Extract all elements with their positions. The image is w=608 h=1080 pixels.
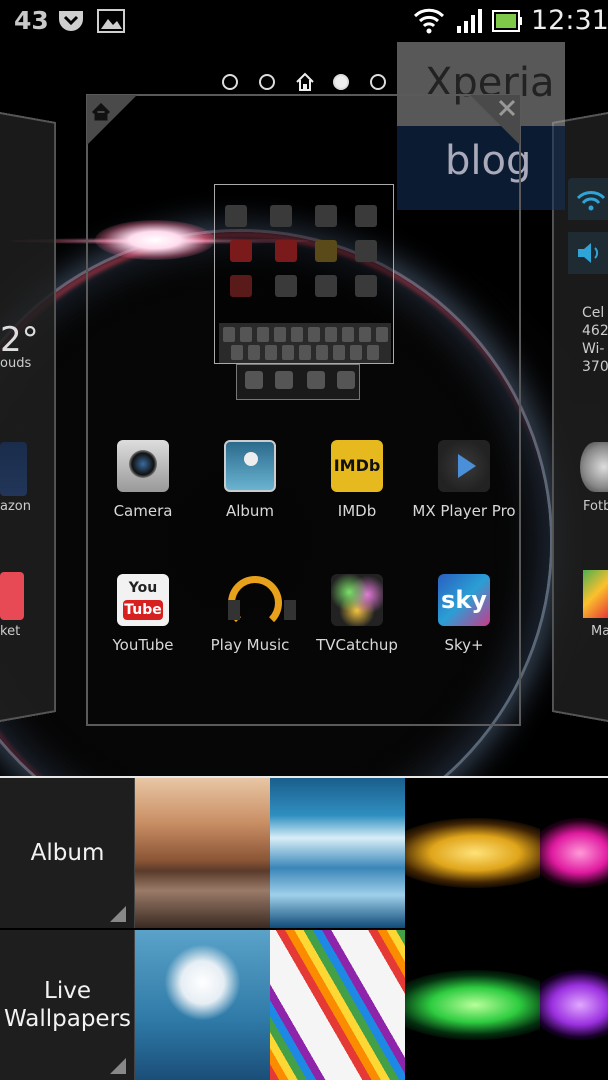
tvcatchup-icon <box>331 574 383 626</box>
page-dot[interactable] <box>222 74 238 90</box>
preview-app-icon <box>355 275 377 297</box>
widget-preview[interactable] <box>214 184 394 364</box>
preview-app-icon <box>315 275 337 297</box>
wifi-toggle-icon[interactable] <box>568 178 608 220</box>
wallpaper-thumb-dandelion[interactable] <box>135 930 270 1080</box>
page-indicator <box>220 72 390 94</box>
right-app-label-1: Fotb <box>583 499 608 514</box>
app-label: Sky+ <box>444 636 484 654</box>
preview-app-icon <box>225 205 247 227</box>
category-label: Album <box>30 840 105 866</box>
preview-keyboard <box>219 323 391 363</box>
preview-app-icon <box>230 240 252 262</box>
cell-info-line: 370 <box>582 359 608 375</box>
headphones-icon <box>224 574 296 630</box>
app-sky-plus[interactable]: sky Sky+ <box>409 574 519 654</box>
cell-info-line: Wi- <box>582 341 605 357</box>
youtube-icon-text-top: You <box>128 580 158 596</box>
wallpaper-thumb-xperia-pink[interactable] <box>540 778 608 928</box>
youtube-icon-text-bottom: Tube <box>123 600 163 620</box>
preview-app-icon <box>270 205 292 227</box>
wallpaper-thumb-autumn-lake[interactable] <box>135 778 270 928</box>
status-bar: 43 12:31 <box>0 0 608 42</box>
expand-corner-icon <box>110 906 126 922</box>
app-label: MX Player Pro <box>412 502 516 520</box>
preview-app-icon <box>355 240 377 262</box>
widget-preview-dock <box>236 364 360 400</box>
gallery-icon <box>97 9 125 33</box>
cell-info-line: Cel <box>582 305 605 321</box>
signal-icon <box>457 9 482 33</box>
category-label-line1: Live <box>44 978 91 1004</box>
weather-condition: ouds <box>0 356 32 371</box>
wifi-icon <box>413 8 445 34</box>
app-album[interactable]: Album <box>195 440 305 520</box>
right-app-label-2: Ma <box>591 624 608 639</box>
left-app-label-1: azon <box>0 499 31 514</box>
page-dot-current[interactable] <box>333 74 349 90</box>
app-camera[interactable]: Camera <box>88 440 198 520</box>
category-label-line2: Wallpapers <box>3 1006 132 1032</box>
page-dot[interactable] <box>370 74 386 90</box>
wallpaper-thumb-xperia-gold[interactable] <box>405 778 540 928</box>
preview-app-icon <box>315 240 337 262</box>
album-icon <box>224 440 276 492</box>
expand-corner-icon <box>110 1058 126 1074</box>
pocket-icon <box>59 11 83 31</box>
sky-icon: sky <box>438 574 490 626</box>
mx-player-icon <box>438 440 490 492</box>
remove-page-icon[interactable] <box>468 95 520 147</box>
camera-icon <box>117 440 169 492</box>
app-imdb[interactable]: IMDb IMDb <box>302 440 412 520</box>
wallpaper-thumb-paper-rainbow[interactable] <box>270 930 405 1080</box>
cell-info-widget[interactable]: Cel 462 Wi- 370 <box>570 304 608 404</box>
wallpaper-picker: Album Live Wallpapers <box>0 776 608 1080</box>
preview-app-icon <box>315 205 337 227</box>
cell-info-line: 462 <box>582 323 608 339</box>
pocket-app-icon[interactable] <box>0 572 24 620</box>
youtube-icon: You Tube <box>117 574 169 626</box>
app-label: YouTube <box>112 636 174 654</box>
app-tvcatchup[interactable]: TVCatchup <box>302 574 412 654</box>
left-app-label-2: ket <box>0 624 21 639</box>
football-icon[interactable] <box>580 442 608 492</box>
preview-app-icon <box>230 275 252 297</box>
app-label: Camera <box>113 502 173 520</box>
app-youtube[interactable]: You Tube YouTube <box>88 574 198 654</box>
clock: 12:31 <box>531 5 608 36</box>
app-label: Play Music <box>210 636 290 654</box>
app-label: TVCatchup <box>316 636 398 654</box>
home-page-icon[interactable] <box>295 72 315 92</box>
category-album[interactable]: Album <box>0 778 135 928</box>
amazon-icon[interactable] <box>0 442 27 496</box>
maps-icon[interactable] <box>583 570 608 618</box>
app-label: Album <box>225 502 275 520</box>
page-dot[interactable] <box>259 74 275 90</box>
imdb-icon: IMDb <box>331 440 383 492</box>
preview-app-icon <box>275 275 297 297</box>
preview-app-icon <box>355 205 377 227</box>
app-mx-player-pro[interactable]: MX Player Pro <box>409 440 519 520</box>
wallpaper-thumb-clouds[interactable] <box>270 778 405 928</box>
weather-temperature: 2° <box>0 320 39 360</box>
set-home-icon[interactable] <box>87 95 139 147</box>
home-screen-editor: 2° ouds azon ket Cel 462 Wi- 370 Fotb Ma… <box>0 42 608 776</box>
volume-toggle-icon[interactable] <box>568 232 608 274</box>
category-live-wallpapers[interactable]: Live Wallpapers <box>0 930 135 1080</box>
wallpaper-thumb-xperia-purple[interactable] <box>540 930 608 1080</box>
battery-icon <box>492 10 522 32</box>
preview-app-icon <box>275 240 297 262</box>
app-label: IMDb <box>337 502 377 520</box>
wallpaper-thumb-xperia-green[interactable] <box>405 930 540 1080</box>
notification-count: 43 <box>14 6 49 35</box>
app-play-music[interactable]: Play Music <box>195 574 305 654</box>
